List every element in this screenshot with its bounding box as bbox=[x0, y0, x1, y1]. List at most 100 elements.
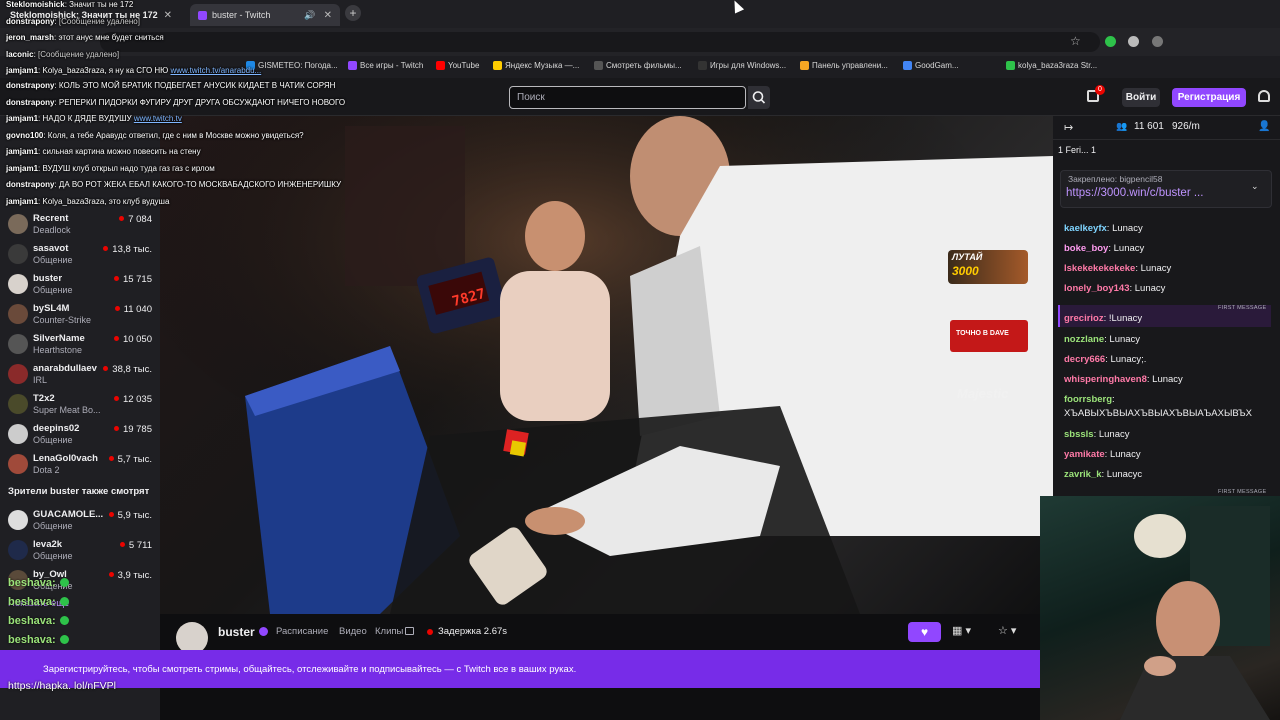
viewer-count: 11 601 bbox=[1134, 121, 1164, 132]
pinned-link[interactable]: https://3000.win/c/buster ... bbox=[1066, 187, 1203, 199]
community-icon[interactable]: 👤 bbox=[1258, 121, 1270, 132]
chat-username[interactable]: whisperinghaven8 bbox=[1064, 374, 1147, 385]
address-field[interactable] bbox=[100, 32, 1100, 52]
speaker-icon[interactable]: 🔊 bbox=[304, 10, 315, 21]
overlay-chat-link[interactable]: www.twitch.tv bbox=[134, 114, 182, 123]
bookmark-label: GoodGam... bbox=[915, 61, 959, 70]
sidebar-channel[interactable]: leva2k Общение 5 711 bbox=[0, 536, 160, 566]
overlay-chat-text: КОЛЬ ЭТО МОЙ БРАТИК ПОДБЕГАЕТ АНУСИК КИД… bbox=[58, 81, 336, 90]
search-button[interactable] bbox=[748, 86, 770, 109]
overlay-chat-text: этот анус мне будет сниться bbox=[58, 33, 164, 42]
film-icon bbox=[594, 61, 603, 70]
bookmark-label: YouTube bbox=[448, 61, 480, 70]
login-button[interactable]: Войти bbox=[1122, 88, 1160, 107]
schedule-link[interactable]: Расписание bbox=[276, 626, 328, 637]
first-message-tag: FIRST MESSAGE bbox=[1218, 489, 1267, 495]
google-icon bbox=[903, 61, 912, 70]
chat-text: Lunacy bbox=[1132, 283, 1166, 294]
sidebar-channel[interactable]: sasavot Общение 13,8 тыс. bbox=[0, 240, 160, 270]
url-overlay: https://hapka. lol/nFVPl bbox=[8, 680, 116, 692]
signup-button[interactable]: Регистрация bbox=[1172, 88, 1246, 107]
bookmark-item[interactable]: Игры для Windows... bbox=[698, 61, 786, 70]
follow-heart-button[interactable]: ♥ bbox=[908, 622, 941, 642]
overlay-chat-user: beshava: bbox=[8, 577, 56, 589]
chat-message: foorrsberg: bbox=[1064, 394, 1115, 405]
avatar bbox=[8, 424, 28, 444]
video-player[interactable]: ЛУТАЙ 3000 ТОЧНО В DAVE Majestic 7827 bbox=[160, 116, 1053, 614]
overlay-chat-link[interactable]: www.twitch.tv/anarabdu... bbox=[171, 66, 262, 75]
streamer-name-link[interactable]: buster bbox=[218, 625, 255, 639]
overlay-chat-user: beshava: bbox=[8, 615, 56, 627]
overlay-chat-text: ВУДУШ клуб открыл надо туда газ газ с ир… bbox=[42, 163, 215, 173]
sidebar-channel[interactable]: T2x2 Super Meat Bo... 12 035 bbox=[0, 390, 160, 420]
bookmark-star-icon[interactable]: ☆ bbox=[1070, 34, 1081, 48]
avatar bbox=[8, 244, 28, 264]
overlay-chat-line: jamjam1: сильная картина можно повесить … bbox=[6, 147, 201, 156]
sidebar-channel[interactable]: LenaGol0vach Dota 2 5,7 тыс. bbox=[0, 450, 160, 480]
bookmark-item[interactable]: Все игры - Twitch bbox=[348, 61, 423, 70]
sidebar-channel[interactable]: GUACAMOLE... Общение 5,9 тыс. bbox=[0, 506, 160, 536]
overlay-chat-text: РЕПЕРКИ ПИДОРКИ ФУГИРУ ДРУГ ДРУГА ОБСУЖД… bbox=[58, 97, 346, 107]
chat-username[interactable]: lskekekekekeke bbox=[1064, 263, 1135, 274]
close-tab-icon[interactable]: ✕ bbox=[164, 10, 172, 21]
search-input[interactable]: Поиск bbox=[509, 86, 746, 109]
chat-username[interactable]: zavrik_k bbox=[1064, 469, 1102, 480]
clips-link[interactable]: Клипы bbox=[375, 626, 403, 637]
overlay-chat-user: beshava: bbox=[8, 634, 56, 646]
sidebar-channel[interactable]: Recrent Deadlock 7 084 bbox=[0, 210, 160, 240]
chat-username[interactable]: sbssls bbox=[1064, 429, 1094, 440]
bookmark-item[interactable]: Панель управлени... bbox=[800, 61, 888, 70]
latency-readout: Задержка 2.67s bbox=[438, 626, 508, 637]
chat-username[interactable]: kaelkeyfx bbox=[1064, 223, 1107, 234]
new-tab-button[interactable]: + bbox=[345, 5, 361, 21]
chevron-down-icon[interactable]: ⌄ bbox=[1251, 181, 1259, 192]
extension-icon[interactable] bbox=[1105, 36, 1116, 47]
chat-username[interactable]: yamikate bbox=[1064, 449, 1105, 460]
videos-link[interactable]: Видео bbox=[339, 626, 367, 637]
chat-username[interactable]: lonely_boy143 bbox=[1064, 283, 1129, 294]
sidebar-channel[interactable]: buster Общение 15 715 bbox=[0, 270, 160, 300]
chat-username[interactable]: boke_boy bbox=[1064, 243, 1108, 254]
overlay-chat-line: beshava: bbox=[8, 596, 69, 608]
channel-viewers: 38,8 тыс. bbox=[103, 364, 152, 375]
sidebar-channel[interactable]: bySL4M Counter-Strike 11 040 bbox=[0, 300, 160, 330]
panel-icon bbox=[800, 61, 809, 70]
overlay-chat-user: jamjam1 bbox=[6, 163, 39, 173]
channel-name: deepins02 bbox=[33, 423, 80, 434]
gift-dropdown-button[interactable]: ▦ ▾ bbox=[952, 624, 971, 637]
bookmark-item[interactable]: Смотреть фильмы... bbox=[594, 61, 682, 70]
chat-username[interactable]: foorrsberg bbox=[1064, 394, 1112, 405]
sidebar-channel[interactable]: SilverName Hearthstone 10 050 bbox=[0, 330, 160, 360]
bookmark-item[interactable]: Яндекс Музыка —... bbox=[493, 61, 579, 70]
bookmark-item[interactable]: kolya_baza3raza Str... bbox=[1006, 61, 1097, 70]
channel-viewers: 19 785 bbox=[114, 424, 152, 435]
overlay-chat-text: Kolya_baza3raza, я ну ка СГО НЮ bbox=[42, 66, 169, 75]
clips-icon bbox=[405, 627, 414, 635]
overlay-chat-user: beshava: bbox=[8, 596, 56, 608]
chat-username[interactable]: grecirioz bbox=[1064, 313, 1104, 324]
extension-icon[interactable] bbox=[1152, 36, 1163, 47]
channel-viewers: 5 711 bbox=[120, 540, 152, 551]
browser-tab-twitch[interactable]: buster - Twitch 🔊 ✕ bbox=[190, 4, 340, 26]
chat-text: Lunacy;. bbox=[1107, 354, 1147, 365]
leaderboard[interactable]: 1 Feri... 1 bbox=[1058, 145, 1096, 155]
chat-username[interactable]: nozzlane bbox=[1064, 334, 1104, 345]
channel-name: T2x2 bbox=[33, 393, 55, 404]
sidebar-channel[interactable]: deepins02 Общение 19 785 bbox=[0, 420, 160, 450]
collapse-chat-icon[interactable]: ↦ bbox=[1064, 121, 1073, 134]
extension-icon[interactable] bbox=[1128, 36, 1139, 47]
chat-username[interactable]: decry666 bbox=[1064, 354, 1105, 365]
channel-game: Deadlock bbox=[33, 225, 71, 235]
subscribe-star-button[interactable]: ☆ ▾ bbox=[998, 624, 1016, 637]
chat-message: lonely_boy143: Lunacy bbox=[1064, 283, 1166, 294]
bookmark-item[interactable]: YouTube bbox=[436, 61, 479, 70]
address-bar-row bbox=[0, 28, 1280, 56]
channel-game: Hearthstone bbox=[33, 345, 83, 355]
user-menu-icon[interactable] bbox=[1258, 90, 1270, 102]
chat-text: Lunacy bbox=[1096, 429, 1130, 440]
bookmark-item[interactable]: GoodGam... bbox=[903, 61, 959, 70]
sidebar-channel[interactable]: anarabdullaev IRL 38,8 тыс. bbox=[0, 360, 160, 390]
close-tab-icon[interactable]: ✕ bbox=[324, 10, 332, 21]
overlay-chat-text: [Сообщение удалено] bbox=[58, 16, 140, 26]
avatar bbox=[8, 304, 28, 324]
